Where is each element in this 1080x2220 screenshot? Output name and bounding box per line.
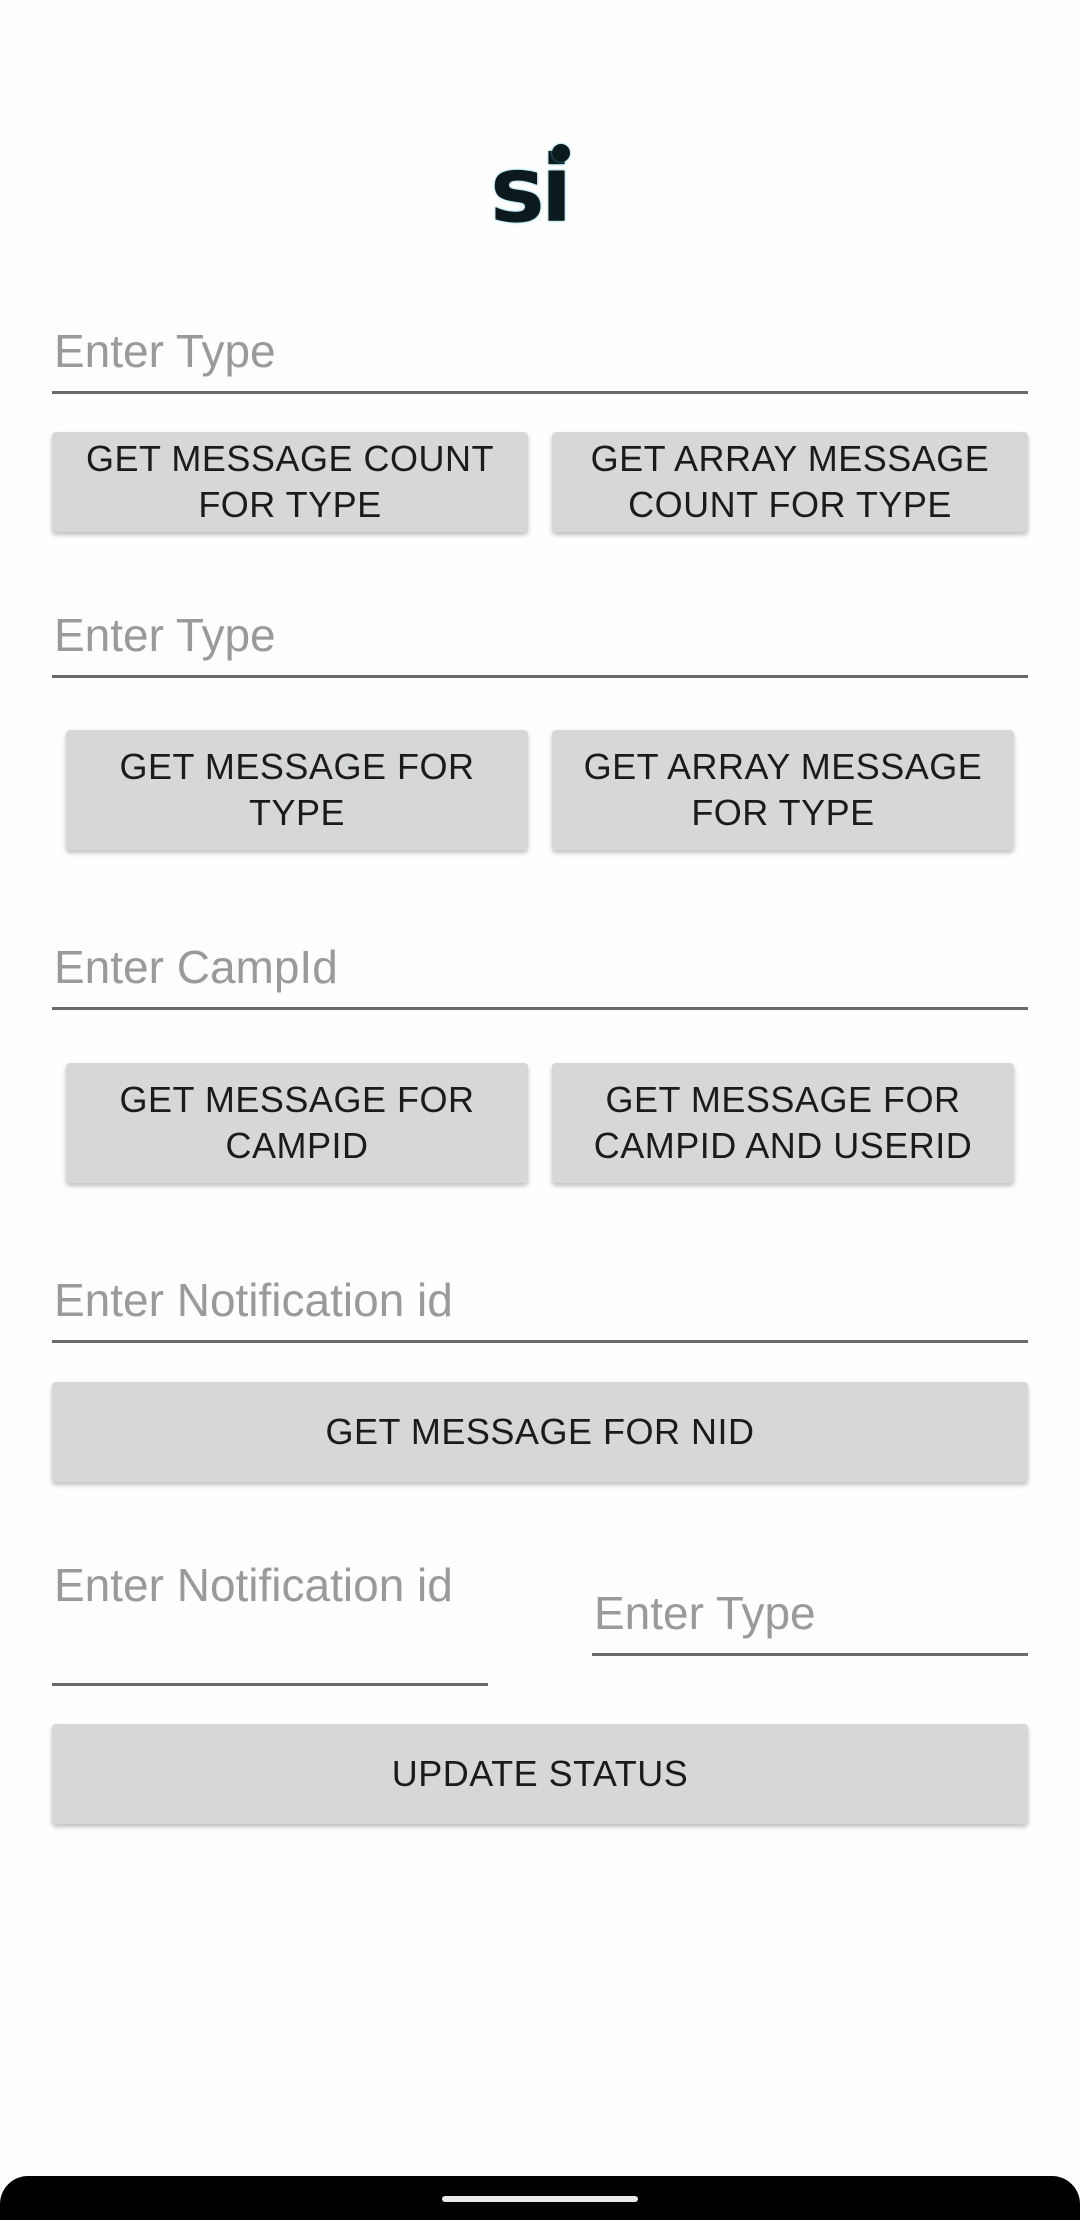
- get-message-count-for-type-button[interactable]: GET MESSAGE COUNT FOR TYPE: [52, 432, 528, 532]
- get-message-for-type-button[interactable]: GET MESSAGE FOR TYPE: [66, 730, 528, 850]
- get-message-for-campid-button[interactable]: GET MESSAGE FOR CAMPID: [66, 1063, 528, 1183]
- update-status-button[interactable]: UPDATE STATUS: [52, 1724, 1028, 1824]
- type-count-input[interactable]: Enter Type: [52, 322, 1028, 394]
- update-type-input[interactable]: Enter Type: [592, 1584, 1028, 1656]
- update-notification-id-input[interactable]: Enter Notification id: [52, 1556, 488, 1686]
- app-screen: si Enter Type GET MESSAGE COUNT FOR TYPE…: [0, 0, 1080, 2220]
- notification-id-input[interactable]: Enter Notification id: [52, 1271, 1028, 1343]
- logo-dot-icon: [552, 144, 570, 162]
- home-gesture-handle[interactable]: [442, 2196, 638, 2202]
- get-message-for-nid-button[interactable]: GET MESSAGE FOR NID: [52, 1382, 1028, 1482]
- get-message-for-campid-and-userid-button[interactable]: GET MESSAGE FOR CAMPID AND USERID: [552, 1063, 1014, 1183]
- type-message-input[interactable]: Enter Type: [52, 606, 1028, 678]
- get-array-message-for-type-button[interactable]: GET ARRAY MESSAGE FOR TYPE: [552, 730, 1014, 850]
- app-logo: si: [490, 140, 590, 240]
- get-array-message-count-for-type-button[interactable]: GET ARRAY MESSAGE COUNT FOR TYPE: [552, 432, 1028, 532]
- campid-input[interactable]: Enter CampId: [52, 938, 1028, 1010]
